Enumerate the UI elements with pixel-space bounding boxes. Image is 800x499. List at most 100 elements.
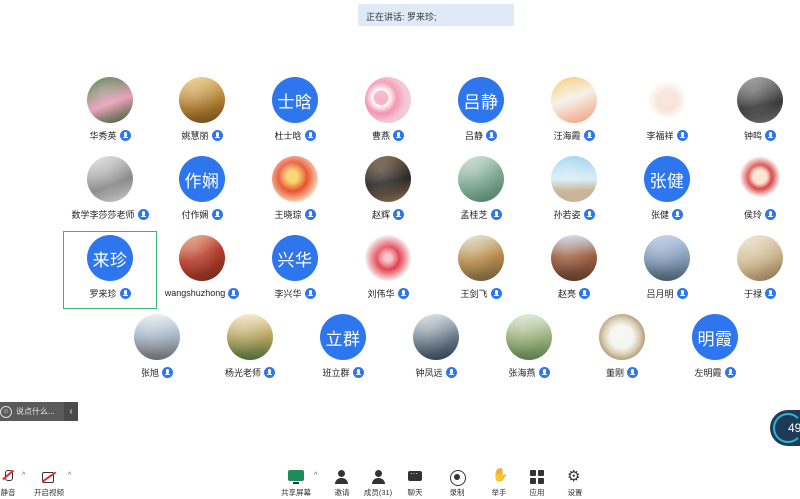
avatar-photo[interactable]: [365, 77, 411, 123]
avatar-initials[interactable]: 明霞: [692, 314, 738, 360]
participant-tile[interactable]: 士晗 杜士晗: [245, 77, 345, 147]
participant-tile[interactable]: 张海燕: [479, 314, 579, 384]
avatar-photo[interactable]: [737, 77, 783, 123]
avatar-photo[interactable]: [644, 235, 690, 281]
avatar-photo[interactable]: [413, 314, 459, 360]
chevron-up-icon[interactable]: ^: [68, 472, 71, 479]
avatar-photo[interactable]: [365, 156, 411, 202]
avatar-photo[interactable]: [227, 314, 273, 360]
participant-name-row: 吕月明: [617, 286, 717, 300]
invite-label: 邀请: [334, 488, 350, 497]
participant-tile[interactable]: 董刚: [572, 314, 672, 384]
network-status-badge[interactable]: 49%: [770, 410, 800, 446]
participant-tile[interactable]: 赵亮: [524, 235, 624, 305]
avatar-photo[interactable]: [87, 156, 133, 202]
participant-tile[interactable]: 立群 班立群: [293, 314, 393, 384]
participant-tile[interactable]: 汪海霞: [524, 77, 624, 147]
participant-name-row: 王晓琮: [245, 207, 345, 221]
mute-button[interactable]: 静音: [0, 470, 30, 498]
participant-tile[interactable]: 来珍 罗来珍: [60, 235, 160, 305]
avatar-initials[interactable]: 作娴: [179, 156, 225, 202]
participant-name: 左明霞: [694, 367, 722, 378]
participant-tile[interactable]: 王晓琮: [245, 156, 345, 226]
participant-name-row: 钟凤远: [386, 365, 486, 379]
chat-icon: [407, 469, 423, 484]
chat-button[interactable]: 聊天: [393, 469, 437, 498]
avatar-photo[interactable]: [134, 314, 180, 360]
participant-tile[interactable]: 数学李莎莎老师: [60, 156, 160, 226]
participant-tile[interactable]: 赵辉: [338, 156, 438, 226]
participant-tile[interactable]: 李福祥: [617, 77, 717, 147]
participant-name-row: 王剑飞: [431, 286, 531, 300]
avatar-photo[interactable]: [179, 77, 225, 123]
participant-tile[interactable]: 钟鸣: [710, 77, 800, 147]
avatar-photo[interactable]: [87, 77, 133, 123]
microphone-muted-icon: [0, 470, 16, 484]
avatar-photo[interactable]: [458, 156, 504, 202]
avatar-photo[interactable]: [551, 156, 597, 202]
avatar-initials[interactable]: 兴华: [272, 235, 318, 281]
avatar-initials[interactable]: 张健: [644, 156, 690, 202]
participant-tile[interactable]: 于禄: [710, 235, 800, 305]
share-screen-button[interactable]: 共享屏幕: [274, 470, 318, 498]
avatar-photo[interactable]: [365, 235, 411, 281]
participant-tile[interactable]: 吕静 吕静: [431, 77, 531, 147]
raise-hand-label: 举手: [491, 488, 507, 497]
participant-tile[interactable]: 孟桂芝: [431, 156, 531, 226]
avatar-photo[interactable]: [599, 314, 645, 360]
participant-tile[interactable]: wangshuzhong: [152, 235, 252, 305]
participant-name: 汪海霞: [553, 130, 581, 141]
participant-tile[interactable]: 作娴 付作娴: [152, 156, 252, 226]
avatar-initials[interactable]: 士晗: [272, 77, 318, 123]
avatar-initials[interactable]: 吕静: [458, 77, 504, 123]
avatar-photo[interactable]: [272, 156, 318, 202]
microphone-icon: [162, 366, 173, 378]
avatar-photo[interactable]: [506, 314, 552, 360]
participant-tile[interactable]: 兴华 李兴华: [245, 235, 345, 305]
chevron-left-icon[interactable]: ‹: [64, 402, 78, 421]
avatar-photo[interactable]: [551, 235, 597, 281]
participant-name-row: 杨光老师: [200, 365, 300, 379]
participant-name: 侯玲: [743, 209, 762, 220]
participant-tile[interactable]: 曹燕: [338, 77, 438, 147]
avatar-photo[interactable]: [551, 77, 597, 123]
participant-tile[interactable]: 王剑飞: [431, 235, 531, 305]
chat-input-placeholder[interactable]: 说点什么...: [16, 406, 55, 417]
speaking-banner: 正在讲话: 罗来珍;: [358, 4, 514, 26]
apps-icon: [529, 470, 545, 484]
microphone-icon: [765, 129, 776, 141]
chevron-up-icon[interactable]: ^: [22, 472, 25, 479]
chevron-up-icon[interactable]: ^: [314, 472, 317, 479]
participant-tile[interactable]: 华秀英: [60, 77, 160, 147]
participant-tile[interactable]: 孙若姿: [524, 156, 624, 226]
smile-icon[interactable]: ☺: [0, 405, 12, 418]
avatar-photo[interactable]: [737, 156, 783, 202]
avatar-initials[interactable]: 来珍: [87, 235, 133, 281]
participant-tile[interactable]: 张旭: [107, 314, 207, 384]
chat-input-box[interactable]: ☺ 说点什么... ‹: [0, 402, 78, 421]
participant-name: 曹燕: [371, 130, 390, 141]
record-button[interactable]: 录制: [435, 470, 479, 498]
participant-tile[interactable]: 明霞 左明霞: [665, 314, 765, 384]
avatar-photo[interactable]: [644, 77, 690, 123]
settings-button[interactable]: 设置: [553, 467, 597, 498]
participant-tile[interactable]: 吕月明: [617, 235, 717, 305]
microphone-icon: [724, 366, 736, 378]
participant-tile[interactable]: 侯玲: [710, 156, 800, 226]
participant-tile[interactable]: 刘伟华: [338, 235, 438, 305]
participant-name-row: 张旭: [107, 365, 207, 379]
avatar-photo[interactable]: [179, 235, 225, 281]
participant-tile[interactable]: 杨光老师: [200, 314, 300, 384]
avatar-photo[interactable]: [458, 235, 504, 281]
video-button[interactable]: 开启视频: [27, 470, 71, 498]
avatar-initials[interactable]: 立群: [320, 314, 366, 360]
participant-name: 王剑飞: [460, 288, 488, 299]
gear-icon: [567, 467, 583, 485]
participant-name: 刘伟华: [367, 288, 395, 299]
microphone-icon: [490, 287, 502, 299]
participant-tile[interactable]: 姚慧丽: [152, 77, 252, 147]
avatar-photo[interactable]: [737, 235, 783, 281]
participant-tile[interactable]: 张健 张健: [617, 156, 717, 226]
participant-tile[interactable]: 钟凤远: [386, 314, 486, 384]
participant-name-row: 吕静: [431, 128, 531, 142]
